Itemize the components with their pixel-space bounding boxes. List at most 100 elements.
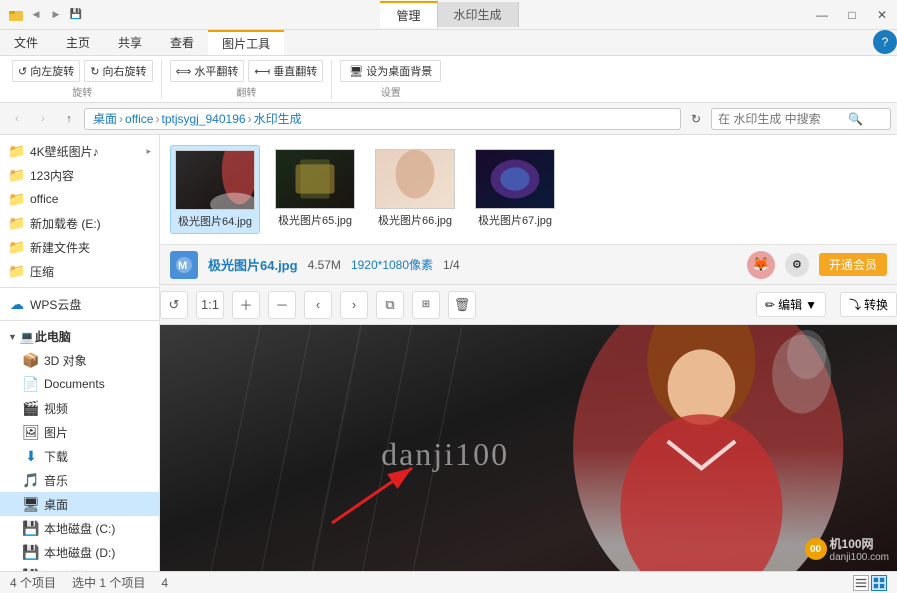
flip-v-btn[interactable]: ⟻ 垂直翻转 bbox=[248, 60, 323, 82]
sidebar-item-desktop[interactable]: 🖥 桌面 bbox=[0, 492, 159, 516]
tab-share[interactable]: 共享 bbox=[104, 30, 156, 55]
zoom-in-btn[interactable]: ＋ bbox=[232, 291, 260, 319]
sidebar-item-local-c[interactable]: 💾 本地磁盘 (C:) bbox=[0, 516, 159, 540]
back-button[interactable]: ‹ bbox=[6, 108, 28, 130]
help-button[interactable]: ? bbox=[873, 30, 897, 54]
sidebar-item-compress[interactable]: 📁 压缩 bbox=[0, 259, 159, 283]
close-button[interactable]: ✕ bbox=[867, 0, 897, 30]
ribbon: 文件 主页 共享 查看 图片工具 ? ↺ 向左旋转 ↻ 向右旋转 旋转 ⟺ 水平… bbox=[0, 30, 897, 103]
sidebar-item-downloads[interactable]: ⬇ 下载 bbox=[0, 444, 159, 468]
folder-icon: 📁 bbox=[8, 190, 26, 208]
breadcrumb-folder[interactable]: tptjsygj_940196 bbox=[161, 112, 245, 126]
titlebar: ◀ ▶ 💾 管理 水印生成 — □ ✕ bbox=[0, 0, 897, 30]
folder-icon: 📁 bbox=[8, 238, 26, 256]
delete-btn[interactable]: 🗑 bbox=[448, 291, 476, 319]
view-toggle bbox=[853, 575, 887, 591]
file-item-67[interactable]: 极光图片67.jpg bbox=[470, 145, 560, 232]
breadcrumb-desktop[interactable]: 桌面 bbox=[93, 110, 117, 127]
rotate-right-btn[interactable]: ↻ 向右旋转 bbox=[84, 60, 152, 82]
tab-watermark[interactable]: 水印生成 bbox=[438, 2, 519, 27]
prev-image-btn[interactable]: ‹ bbox=[304, 291, 332, 319]
sidebar-item-local-d[interactable]: 💾 本地磁盘 (D:) bbox=[0, 540, 159, 564]
preview-dimensions: 1920*1080像素 bbox=[351, 258, 433, 272]
minimize-button[interactable]: — bbox=[807, 0, 837, 30]
sidebar-divider bbox=[0, 287, 159, 288]
doc-icon: 📄 bbox=[22, 375, 40, 393]
music-icon: 🎵 bbox=[22, 471, 40, 489]
disk-icon: 💾 bbox=[22, 567, 40, 571]
sidebar-item-3d[interactable]: 📦 3D 对象 bbox=[0, 348, 159, 372]
tab-home[interactable]: 主页 bbox=[52, 30, 104, 55]
filename-65: 极光图片65.jpg bbox=[278, 212, 352, 228]
annotation-arrow bbox=[322, 453, 442, 533]
thumbnail-65 bbox=[275, 149, 355, 209]
expand-icon: ▼ bbox=[8, 332, 17, 342]
sidebar-item-wallpaper[interactable]: 📁 4K壁纸图片♪ ▸ bbox=[0, 139, 159, 163]
breadcrumb-watermark[interactable]: 水印生成 bbox=[254, 110, 302, 127]
logo-url: danji100.com bbox=[830, 552, 889, 563]
titlebar-forward-icon: ▶ bbox=[48, 7, 64, 23]
rotate-left-btn[interactable]: ↺ 向左旋转 bbox=[12, 60, 80, 82]
copy-btn[interactable]: ⧉ bbox=[376, 291, 404, 319]
search-icon[interactable]: 🔍 bbox=[848, 112, 863, 126]
sidebar-this-pc[interactable]: ▼ 💻 此电脑 bbox=[0, 325, 159, 348]
video-icon: 🎬 bbox=[22, 399, 40, 417]
main-area: 📁 4K壁纸图片♪ ▸ 📁 123内容 📁 office 📁 新加载卷 (E:)… bbox=[0, 135, 897, 571]
thumbnail-64 bbox=[175, 150, 255, 210]
filename-67: 极光图片67.jpg bbox=[478, 212, 552, 228]
rotate-left-nav-btn[interactable]: ↺ bbox=[160, 291, 188, 319]
sidebar-item-office[interactable]: 📁 office bbox=[0, 187, 159, 211]
tab-file[interactable]: 文件 bbox=[0, 30, 52, 55]
sidebar-item-music[interactable]: 🎵 音乐 bbox=[0, 468, 159, 492]
refresh-button[interactable]: ↻ bbox=[685, 108, 707, 130]
tab-view[interactable]: 查看 bbox=[156, 30, 208, 55]
fit-page-btn[interactable]: 1:1 bbox=[196, 291, 224, 319]
pc-icon: 💻 bbox=[20, 330, 35, 344]
sidebar-item-wps-cloud[interactable]: ☁ WPS云盘 bbox=[0, 292, 159, 316]
sidebar: 📁 4K壁纸图片♪ ▸ 📁 123内容 📁 office 📁 新加载卷 (E:)… bbox=[0, 135, 160, 571]
paste-btn[interactable]: ⊞ bbox=[412, 291, 440, 319]
grid-view-btn[interactable] bbox=[871, 575, 887, 591]
sidebar-item-videos[interactable]: 🎬 视频 bbox=[0, 396, 159, 420]
sidebar-item-newvol-e[interactable]: 📁 新加载卷 (E:) bbox=[0, 211, 159, 235]
next-image-btn[interactable]: › bbox=[340, 291, 368, 319]
addressbar: ‹ › ↑ 桌面 › office › tptjsygj_940196 › 水印… bbox=[0, 103, 897, 135]
maximize-button[interactable]: □ bbox=[837, 0, 867, 30]
sidebar-item-123content[interactable]: 📁 123内容 bbox=[0, 163, 159, 187]
file-item-65[interactable]: 极光图片65.jpg bbox=[270, 145, 360, 232]
titlebar-title: 管理 水印生成 bbox=[92, 1, 807, 28]
logo-watermark: 00 机100网 danji100.com bbox=[805, 535, 889, 563]
sidebar-divider2 bbox=[0, 320, 159, 321]
edit-button[interactable]: ✏ 编辑 ▼ bbox=[756, 292, 826, 317]
vip-button[interactable]: 开通会员 bbox=[819, 253, 887, 276]
ribbon-commands: ↺ 向左旋转 ↻ 向右旋转 旋转 ⟺ 水平翻转 ⟻ 垂直翻转 翻转 🖥 设为桌面… bbox=[0, 56, 897, 102]
convert-button[interactable]: ⤵ 转换 bbox=[840, 292, 897, 317]
sidebar-item-documents[interactable]: 📄 Documents bbox=[0, 372, 159, 396]
tab-manage[interactable]: 管理 bbox=[380, 1, 437, 28]
logo-text-group: 机100网 danji100.com bbox=[830, 535, 889, 563]
list-view-btn[interactable] bbox=[853, 575, 869, 591]
search-input[interactable] bbox=[718, 112, 848, 126]
file-item-66[interactable]: 极光图片66.jpg bbox=[370, 145, 460, 232]
forward-button[interactable]: › bbox=[32, 108, 54, 130]
preview-nav: ↺ 1:1 ＋ － ‹ › ⧉ ⊞ 🗑 ✏ 编辑 ▼ ⤵ 转换 bbox=[160, 285, 897, 325]
sidebar-item-newfolder[interactable]: 📁 新建文件夹 bbox=[0, 235, 159, 259]
zoom-out-btn[interactable]: － bbox=[268, 291, 296, 319]
settings-icon[interactable]: ⚙ bbox=[785, 253, 809, 277]
address-path[interactable]: 桌面 › office › tptjsygj_940196 › 水印生成 bbox=[84, 108, 681, 130]
thumbnail-67 bbox=[475, 149, 555, 209]
up-button[interactable]: ↑ bbox=[58, 108, 80, 130]
sidebar-item-newvol-e2[interactable]: 💾 新加载卷 (E:) bbox=[0, 564, 159, 571]
breadcrumb-office[interactable]: office bbox=[125, 112, 153, 126]
sep2: › bbox=[155, 112, 159, 126]
status-extra: 4 bbox=[161, 576, 168, 590]
set-wallpaper-btn[interactable]: 🖥 设为桌面背景 bbox=[340, 60, 441, 82]
tab-picture-tools[interactable]: 图片工具 bbox=[208, 30, 284, 55]
sidebar-item-pictures[interactable]: 🖼 图片 bbox=[0, 420, 159, 444]
file-item-64[interactable]: 极光图片64.jpg bbox=[170, 145, 260, 234]
content-area: 极光图片64.jpg 极光图片65.jpg bbox=[160, 135, 897, 571]
flip-h-btn[interactable]: ⟺ 水平翻转 bbox=[170, 60, 245, 82]
folder-icon: 📁 bbox=[8, 214, 26, 232]
preview-filesize: 4.57M 1920*1080像素 1/4 bbox=[308, 256, 460, 273]
status-selected: 选中 1 个项目 bbox=[72, 574, 145, 591]
